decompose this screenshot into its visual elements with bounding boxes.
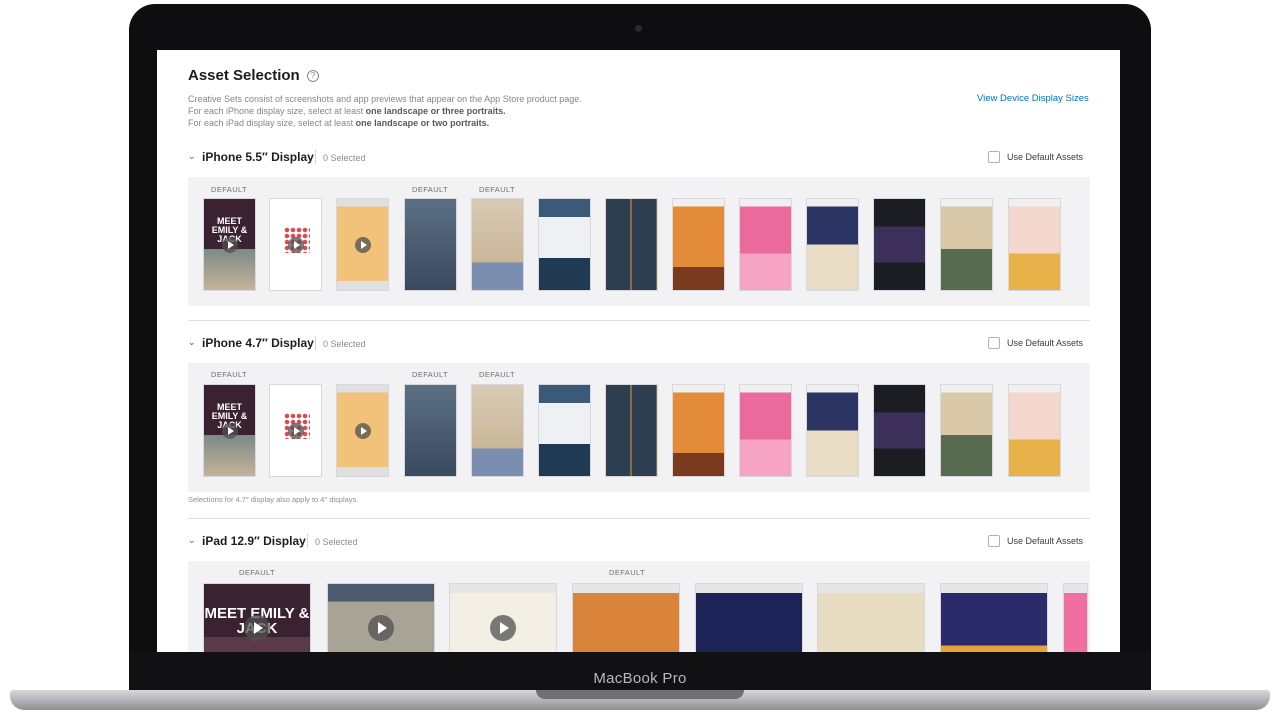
screenshot-thumbnail[interactable] bbox=[336, 198, 389, 291]
play-icon bbox=[354, 236, 371, 253]
screenshot-thumbnail[interactable] bbox=[471, 198, 524, 291]
chevron-down-icon[interactable]: ⌄ bbox=[188, 151, 198, 161]
screenshot-thumbnail[interactable] bbox=[605, 384, 658, 477]
screen: Asset Selection ? Creative Sets consist … bbox=[157, 50, 1120, 652]
screenshot-thumbnail[interactable] bbox=[940, 384, 993, 477]
screenshot-thumbnail[interactable] bbox=[817, 583, 925, 652]
screenshot-thumbnail[interactable] bbox=[1008, 198, 1061, 291]
default-label: DEFAULT bbox=[239, 568, 276, 577]
play-icon bbox=[287, 422, 304, 439]
default-label: DEFAULT bbox=[211, 370, 248, 379]
play-icon bbox=[354, 422, 371, 439]
screenshot-thumbnail[interactable]: MEET EMILY & JACK bbox=[203, 384, 256, 477]
screenshot-thumbnail[interactable]: MEET EMILY & JACK bbox=[203, 198, 256, 291]
screenshot-thumbnail[interactable] bbox=[404, 384, 457, 477]
help-icon[interactable]: ? bbox=[307, 70, 319, 82]
screenshot-thumbnail[interactable] bbox=[269, 198, 322, 291]
description-line-2: For each iPhone display size, select at … bbox=[188, 106, 506, 116]
default-label: DEFAULT bbox=[412, 185, 449, 194]
screenshot-thumbnail[interactable] bbox=[695, 583, 803, 652]
section-note: Selections for 4.7″ display also apply t… bbox=[188, 495, 359, 504]
description-line-1: Creative Sets consist of screenshots and… bbox=[188, 94, 582, 104]
chevron-down-icon[interactable]: ⌄ bbox=[188, 535, 198, 545]
use-default-assets-checkbox[interactable] bbox=[988, 151, 1000, 163]
screenshot-thumbnail[interactable] bbox=[739, 198, 792, 291]
screenshot-thumbnail[interactable] bbox=[806, 198, 859, 291]
page-title: Asset Selection bbox=[188, 67, 300, 84]
section-title-iphone-55[interactable]: iPhone 5.5″ Display bbox=[202, 150, 314, 164]
section-divider bbox=[188, 518, 1090, 519]
screenshot-thumbnail[interactable] bbox=[269, 384, 322, 477]
screenshot-thumbnail[interactable] bbox=[572, 583, 680, 652]
divider bbox=[307, 534, 308, 548]
screenshot-thumbnail[interactable] bbox=[940, 583, 1048, 652]
play-icon bbox=[490, 615, 516, 641]
device-brand-label: MacBook Pro bbox=[593, 670, 687, 687]
screenshot-thumbnail[interactable] bbox=[1063, 583, 1088, 652]
camera-icon bbox=[635, 25, 642, 32]
view-device-display-sizes-link[interactable]: View Device Display Sizes bbox=[977, 93, 1089, 104]
chevron-down-icon[interactable]: ⌄ bbox=[188, 337, 198, 347]
laptop-notch bbox=[536, 690, 744, 699]
section-divider bbox=[188, 320, 1090, 321]
use-default-assets-checkbox[interactable] bbox=[988, 535, 1000, 547]
screenshot-thumbnail[interactable] bbox=[327, 583, 435, 652]
default-label: DEFAULT bbox=[211, 185, 248, 194]
selected-count: 0 Selected bbox=[315, 537, 358, 547]
screenshot-thumbnail[interactable] bbox=[538, 384, 591, 477]
use-default-assets-label[interactable]: Use Default Assets bbox=[1007, 536, 1083, 546]
screenshot-thumbnail[interactable] bbox=[605, 198, 658, 291]
default-label: DEFAULT bbox=[412, 370, 449, 379]
selected-count: 0 Selected bbox=[323, 339, 366, 349]
play-icon bbox=[368, 615, 394, 641]
screenshot-thumbnail[interactable] bbox=[873, 384, 926, 477]
use-default-assets-label[interactable]: Use Default Assets bbox=[1007, 338, 1083, 348]
section-title-iphone-47[interactable]: iPhone 4.7″ Display bbox=[202, 336, 314, 350]
default-label: DEFAULT bbox=[479, 370, 516, 379]
play-icon bbox=[221, 422, 238, 439]
screenshot-thumbnail[interactable] bbox=[672, 198, 725, 291]
screenshot-thumbnail[interactable] bbox=[873, 198, 926, 291]
use-default-assets-label[interactable]: Use Default Assets bbox=[1007, 152, 1083, 162]
screenshot-thumbnail[interactable] bbox=[404, 198, 457, 291]
screenshot-thumbnail[interactable] bbox=[672, 384, 725, 477]
screenshot-thumbnail[interactable] bbox=[1008, 384, 1061, 477]
description-line-3: For each iPad display size, select at le… bbox=[188, 118, 490, 128]
play-icon bbox=[287, 236, 304, 253]
screenshot-thumbnail[interactable] bbox=[739, 384, 792, 477]
screenshot-thumbnail[interactable] bbox=[806, 384, 859, 477]
screenshot-thumbnail[interactable] bbox=[471, 384, 524, 477]
screenshot-thumbnail[interactable] bbox=[336, 384, 389, 477]
play-icon bbox=[221, 236, 238, 253]
default-label: DEFAULT bbox=[479, 185, 516, 194]
screenshot-thumbnail[interactable] bbox=[538, 198, 591, 291]
default-label: DEFAULT bbox=[609, 568, 646, 577]
divider bbox=[315, 150, 316, 164]
selected-count: 0 Selected bbox=[323, 153, 366, 163]
divider bbox=[315, 336, 316, 350]
play-icon bbox=[244, 615, 270, 641]
section-title-ipad-129[interactable]: iPad 12.9″ Display bbox=[202, 534, 306, 548]
screenshot-thumbnail[interactable]: MEET EMILY & JACK bbox=[203, 583, 311, 652]
screenshot-thumbnail[interactable] bbox=[940, 198, 993, 291]
use-default-assets-checkbox[interactable] bbox=[988, 337, 1000, 349]
screenshot-thumbnail[interactable] bbox=[449, 583, 557, 652]
